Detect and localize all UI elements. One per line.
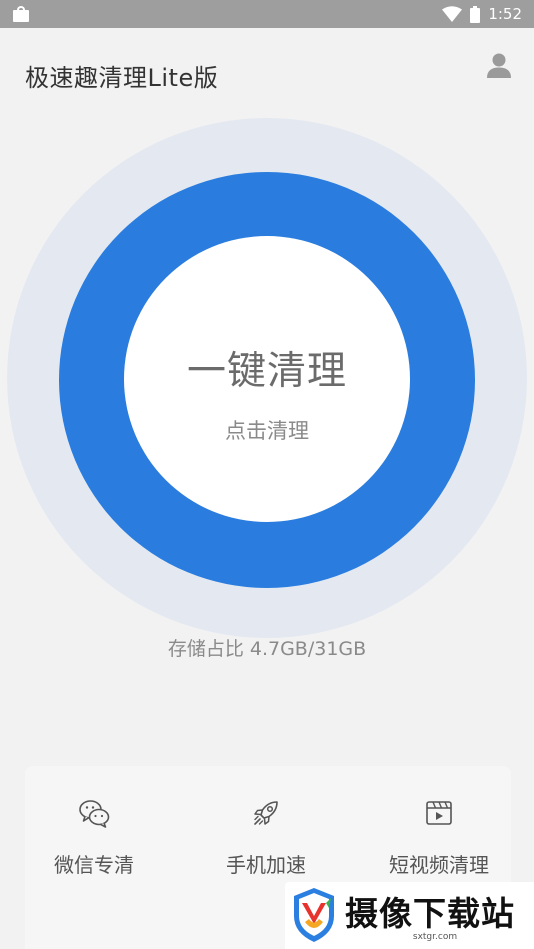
clean-button-title[interactable]: 一键清理 [124,340,410,396]
feature-wechat-label: 微信专清 [54,853,134,877]
app-title: 极速趣清理Lite版 [25,64,219,92]
feature-wechat-clean[interactable]: 微信专清 [19,797,169,878]
wechat-icon [79,800,110,828]
rocket-icon [254,801,278,825]
feature-video-label: 短视频清理 [389,853,489,877]
watermark-text: 摄像下载站 [345,894,515,933]
feature-phone-accelerate[interactable]: 手机加速 [191,797,341,878]
clean-button-subtitle[interactable]: 点击清理 [124,415,410,445]
feature-accelerate-label: 手机加速 [226,853,306,877]
status-bar: 1:52 [0,0,534,28]
watermark: 摄像下载站 sxtgr.com [285,882,534,949]
watermark-domain: sxtgr.com [412,932,458,942]
shield-logo-icon [294,888,334,942]
storage-usage-text: 存储占比 4.7GB/31GB [167,638,367,660]
video-clip-icon [426,801,452,825]
user-icon[interactable] [486,52,512,80]
battery-icon [470,5,481,23]
shopping-bag-icon [12,6,30,22]
feature-short-video-clean[interactable]: 短视频清理 [364,797,514,878]
status-time: 1:52 [488,5,522,23]
wifi-icon [442,6,463,22]
